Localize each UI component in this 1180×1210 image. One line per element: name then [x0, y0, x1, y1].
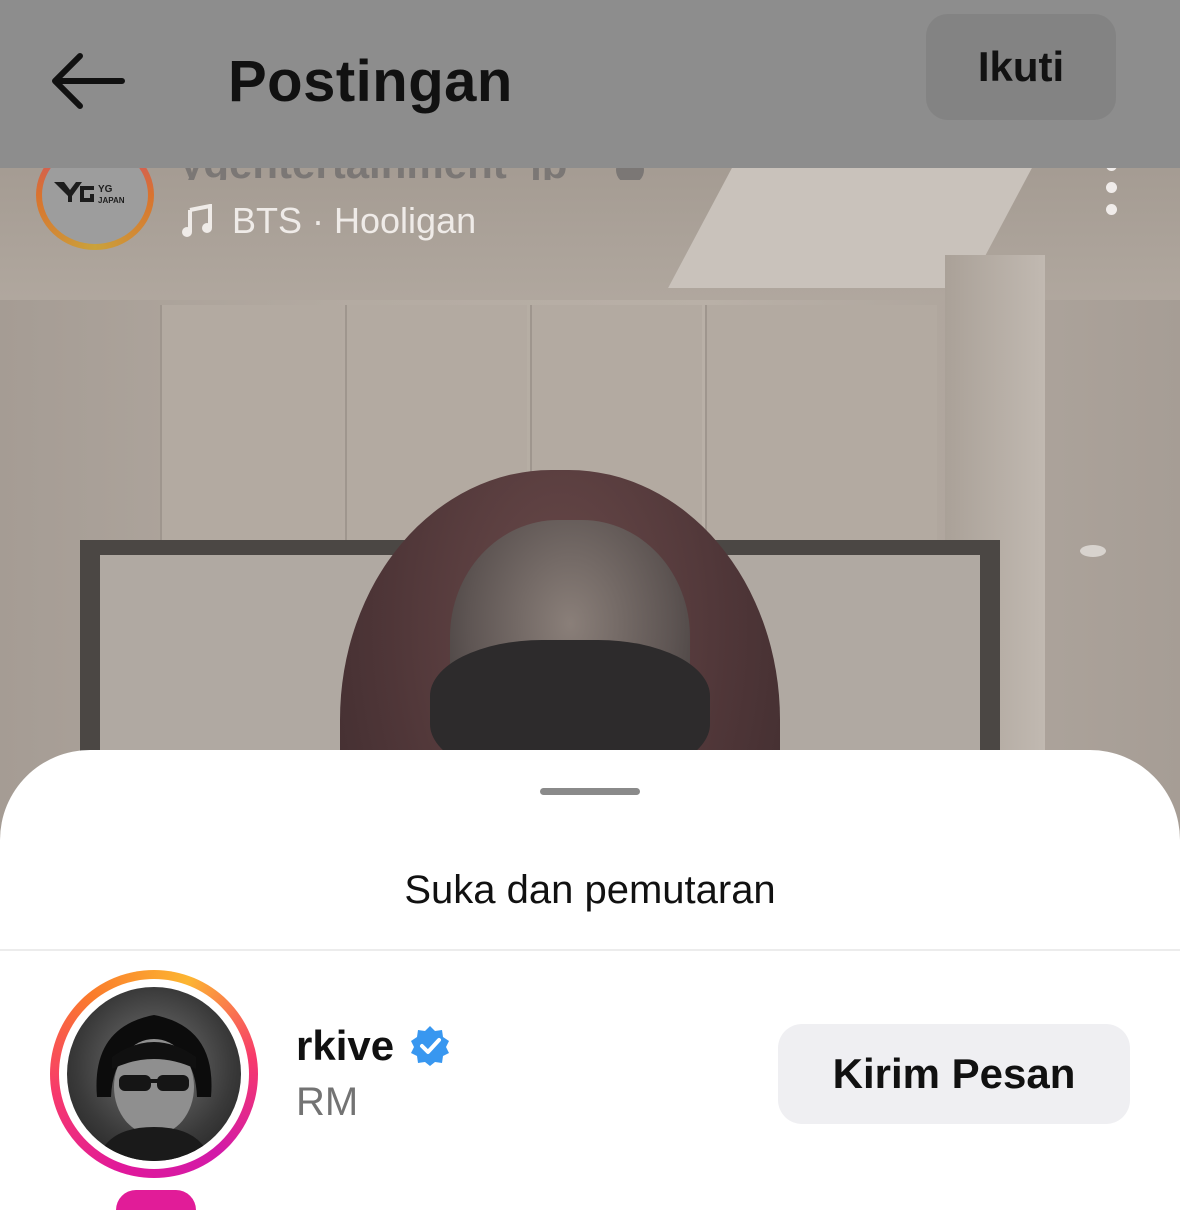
more-options-button[interactable] [1096, 160, 1126, 220]
back-button[interactable] [48, 48, 128, 114]
arrow-left-icon [52, 53, 125, 109]
logo-text-top: YG [98, 184, 113, 195]
avatar-portrait [96, 1015, 212, 1161]
more-dot [1105, 182, 1117, 193]
post-audio-label: BTS · Hooligan [232, 200, 477, 241]
top-bar: Postingan Ikuti [0, 0, 1180, 168]
photo-wall-panel [160, 305, 342, 545]
user-name: rkive [296, 1022, 395, 1069]
music-note-icon [182, 204, 212, 237]
photo-wall-panel [705, 305, 937, 545]
send-message-button[interactable]: Kirim Pesan [778, 1024, 1130, 1124]
next-avatar-ring [116, 1190, 196, 1210]
sheet-title: Suka dan pemutaran [404, 868, 776, 912]
likes-bottom-sheet: Suka dan pemutaran rkive RM Kirim Pesan [0, 750, 1180, 1200]
post-audio[interactable]: BTS · Hooligan [180, 200, 476, 242]
divider [0, 949, 1180, 951]
photo-lamp [1080, 545, 1106, 557]
logo-text-bottom: JAPAN [98, 196, 125, 205]
avatar-image [67, 987, 241, 1161]
avatar[interactable] [50, 970, 258, 1178]
follow-button[interactable]: Ikuti [926, 14, 1116, 120]
yg-japan-logo: YG JAPAN [54, 182, 125, 205]
user-full-name: RM [296, 1080, 359, 1124]
more-dot [1105, 204, 1117, 215]
list-item[interactable]: rkive RM Kirim Pesan [0, 970, 1180, 1180]
verified-badge-icon [411, 1026, 450, 1066]
sheet-drag-handle[interactable] [540, 788, 640, 795]
user-name-link[interactable]: rkive [296, 1022, 452, 1070]
page-title: Postingan [228, 49, 513, 114]
